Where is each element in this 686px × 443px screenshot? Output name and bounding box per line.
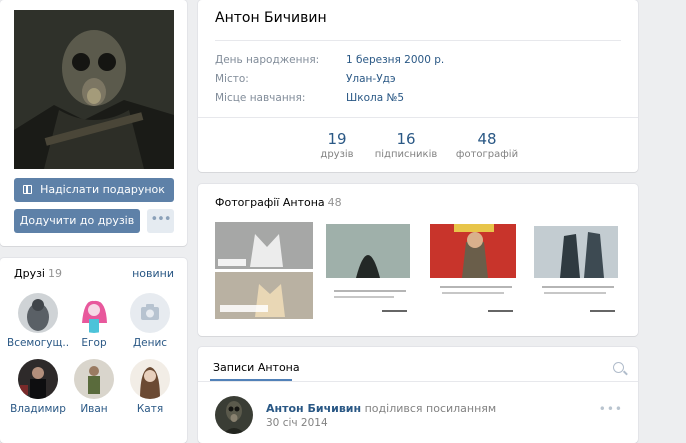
friend-item[interactable]: Денис <box>119 293 181 349</box>
photos-header[interactable]: Фотографії Антона 48 <box>215 196 342 209</box>
search-icon[interactable] <box>613 362 624 373</box>
divider <box>198 381 638 382</box>
counter-friends[interactable]: 19 друзів <box>316 130 358 160</box>
more-actions-button[interactable]: ••• <box>147 209 174 233</box>
counter-number: 16 <box>396 130 416 148</box>
photos-count: 48 <box>327 196 342 209</box>
counter-followers[interactable]: 16 підписників <box>370 130 442 160</box>
profile-info-card: Антон Бичивин День народження: 1 березня … <box>198 0 638 172</box>
friend-name: Егор <box>81 337 107 349</box>
counter-number: 48 <box>477 130 497 148</box>
tab-wall-posts[interactable]: Записи Антона <box>213 361 300 374</box>
add-friend-button[interactable]: Додучити до друзів <box>14 209 140 233</box>
divider <box>198 117 638 118</box>
post-author-name[interactable]: Антон Бичивин <box>266 402 361 415</box>
divider <box>215 40 621 41</box>
friends-header[interactable]: Друзі 19 <box>14 267 62 280</box>
friend-avatar <box>18 359 58 399</box>
photos-title: Фотографії Антона <box>215 196 325 209</box>
friend-avatar <box>18 293 58 333</box>
friend-name: Всемогущ... <box>7 337 69 349</box>
counter-label: фотографій <box>455 149 519 160</box>
info-value[interactable]: Улан-Удэ <box>346 73 396 85</box>
friends-title: Друзі <box>14 267 45 280</box>
post-author-avatar[interactable] <box>215 396 253 434</box>
friend-item[interactable]: Катя <box>119 359 181 415</box>
friend-name: Катя <box>136 403 164 415</box>
info-value[interactable]: 1 березня 2000 р. <box>346 54 444 66</box>
friend-item[interactable]: Владимир <box>7 359 69 415</box>
friend-avatar <box>130 293 170 333</box>
info-row-school: Місце навчання: Школа №5 <box>215 92 404 104</box>
photo-thumbnail[interactable] <box>322 222 420 319</box>
send-gift-button[interactable]: Надіслати подарунок <box>14 178 174 202</box>
info-row-city: Місто: Улан-Удэ <box>215 73 396 85</box>
wall-card: Записи Антона Антон Бичивин поділився по… <box>198 347 638 443</box>
photos-card: Фотографії Антона 48 <box>198 184 638 336</box>
friend-name: Денис <box>132 337 168 349</box>
photo-thumbnail[interactable] <box>215 222 313 319</box>
friend-item[interactable]: Егор <box>63 293 125 349</box>
info-label: День народження: <box>215 54 320 66</box>
friends-news-link[interactable]: новини <box>132 267 174 280</box>
send-gift-label: Надіслати подарунок <box>40 183 165 196</box>
avatar-card: Надіслати подарунок Додучити до друзів •… <box>0 0 187 246</box>
friends-count: 19 <box>48 267 62 280</box>
info-value[interactable]: Школа №5 <box>346 92 404 104</box>
photo-thumbnail[interactable] <box>428 222 526 319</box>
post-header: Антон Бичивин поділився посиланням <box>266 402 496 415</box>
friend-item[interactable]: Всемогущ... <box>7 293 69 349</box>
post-action-text: поділився посиланням <box>364 402 497 415</box>
gift-icon <box>23 184 33 194</box>
profile-name: Антон Бичивин <box>215 10 327 26</box>
friend-name: Иван <box>80 403 108 415</box>
counter-label: підписників <box>374 149 438 160</box>
friend-avatar <box>130 359 170 399</box>
post-more-icon[interactable]: ••• <box>599 402 623 416</box>
friend-avatar <box>74 359 114 399</box>
friends-card: Друзі 19 новини Всемогущ... Егор Денис Вл… <box>0 258 187 443</box>
counter-number: 19 <box>327 130 347 148</box>
friend-item[interactable]: Иван <box>63 359 125 415</box>
info-row-birthday: День народження: 1 березня 2000 р. <box>215 54 444 66</box>
friend-name: Владимир <box>10 403 66 415</box>
counter-photos[interactable]: 48 фотографій <box>454 130 520 160</box>
info-label: Місто: <box>215 73 249 85</box>
photo-thumbnail[interactable] <box>530 222 628 319</box>
info-label: Місце навчання: <box>215 92 306 104</box>
profile-avatar[interactable] <box>14 10 174 169</box>
post-date[interactable]: 30 січ 2014 <box>266 417 328 429</box>
counter-label: друзів <box>320 149 354 160</box>
friend-avatar <box>74 293 114 333</box>
